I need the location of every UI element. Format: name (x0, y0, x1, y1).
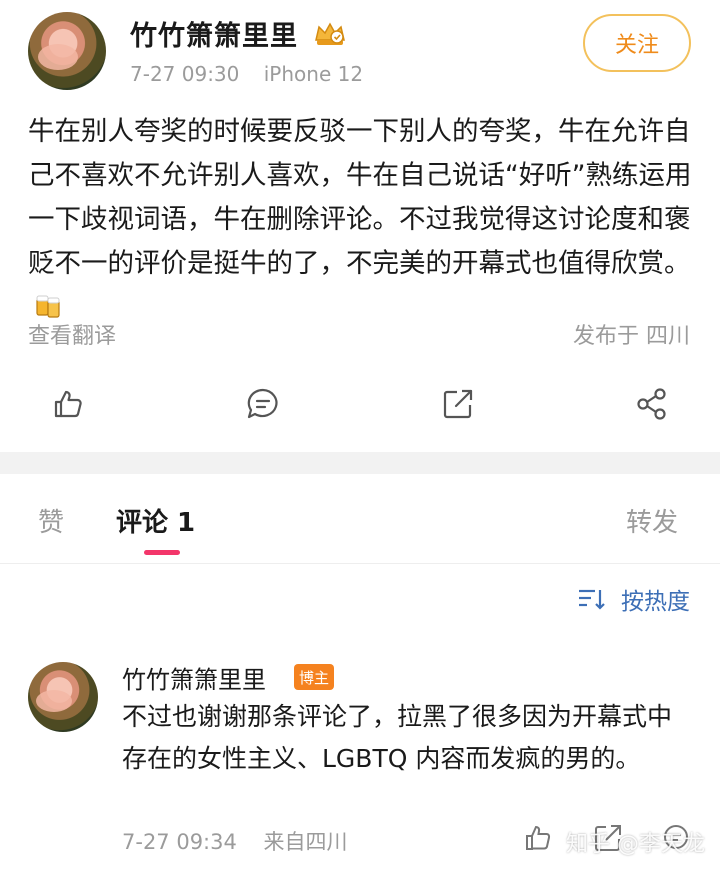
more-share-icon (637, 388, 666, 420)
share-icon (443, 389, 473, 419)
author-avatar[interactable] (28, 12, 106, 90)
commenter-name[interactable]: 竹竹箫箫里里 (122, 660, 266, 695)
post-text-container: 牛在别人夸奖的时候要反驳一下别人的夸奖，牛在允许自己不喜欢不允许别人喜欢，牛在自… (28, 110, 692, 330)
sort-toggle[interactable]: 按热度 (577, 584, 690, 615)
tab-comments[interactable]: 评论 1 (116, 502, 195, 539)
post-device: iPhone 12 (263, 62, 364, 86)
tab-likes[interactable]: 赞 (38, 502, 64, 539)
watermark: 知乎 @李天龙 (566, 832, 705, 857)
comment-item: 竹竹箫箫里里 博主 不过也谢谢那条评论了，拉黑了很多因为开幕式中存在的女性主义、… (0, 650, 720, 878)
tab-reposts[interactable]: 转发 (626, 502, 678, 539)
comment-button[interactable] (243, 384, 283, 424)
post-text: 牛在别人夸奖的时候要反驳一下别人的夸奖，牛在允许自己不喜欢不允许别人喜欢，牛在自… (28, 116, 692, 279)
more-share-button[interactable] (632, 384, 672, 424)
crown-icon (315, 22, 345, 45)
post-location: 发布于 四川 (573, 324, 690, 349)
action-bar (0, 370, 720, 440)
beer-emoji-icon (36, 295, 60, 318)
translate-link[interactable]: 查看翻译 (28, 318, 116, 350)
active-tab-indicator (144, 550, 180, 555)
comment-like-icon[interactable] (522, 822, 554, 854)
author-name[interactable]: 竹竹箫箫里里 (130, 14, 298, 53)
tab-bar: 赞 评论 1 转发 (0, 474, 720, 564)
comment-time: 7-27 09:34 (122, 830, 237, 854)
like-icon (54, 390, 82, 418)
sort-label: 按热度 (621, 589, 690, 615)
comment-meta: 7-27 09:34 来自四川 (122, 826, 348, 856)
follow-button[interactable]: 关注 (583, 14, 691, 72)
comment-text: 不过也谢谢那条评论了，拉黑了很多因为开幕式中存在的女性主义、LGBTQ 内容而发… (122, 702, 673, 773)
commenter-avatar[interactable] (28, 662, 98, 732)
author-badge: 博主 (294, 664, 335, 690)
comment-icon (247, 388, 278, 419)
post-time: 7-27 09:30 (130, 62, 240, 86)
post-header: 竹竹箫箫里里 7-27 09:30 iPhone 12 关注 (0, 0, 720, 100)
post-meta: 7-27 09:30 iPhone 12 (130, 62, 363, 86)
comment-source: 来自四川 (263, 830, 348, 854)
section-divider (0, 452, 720, 474)
like-button[interactable] (48, 384, 88, 424)
repost-button[interactable] (438, 384, 478, 424)
sort-icon (579, 589, 605, 610)
